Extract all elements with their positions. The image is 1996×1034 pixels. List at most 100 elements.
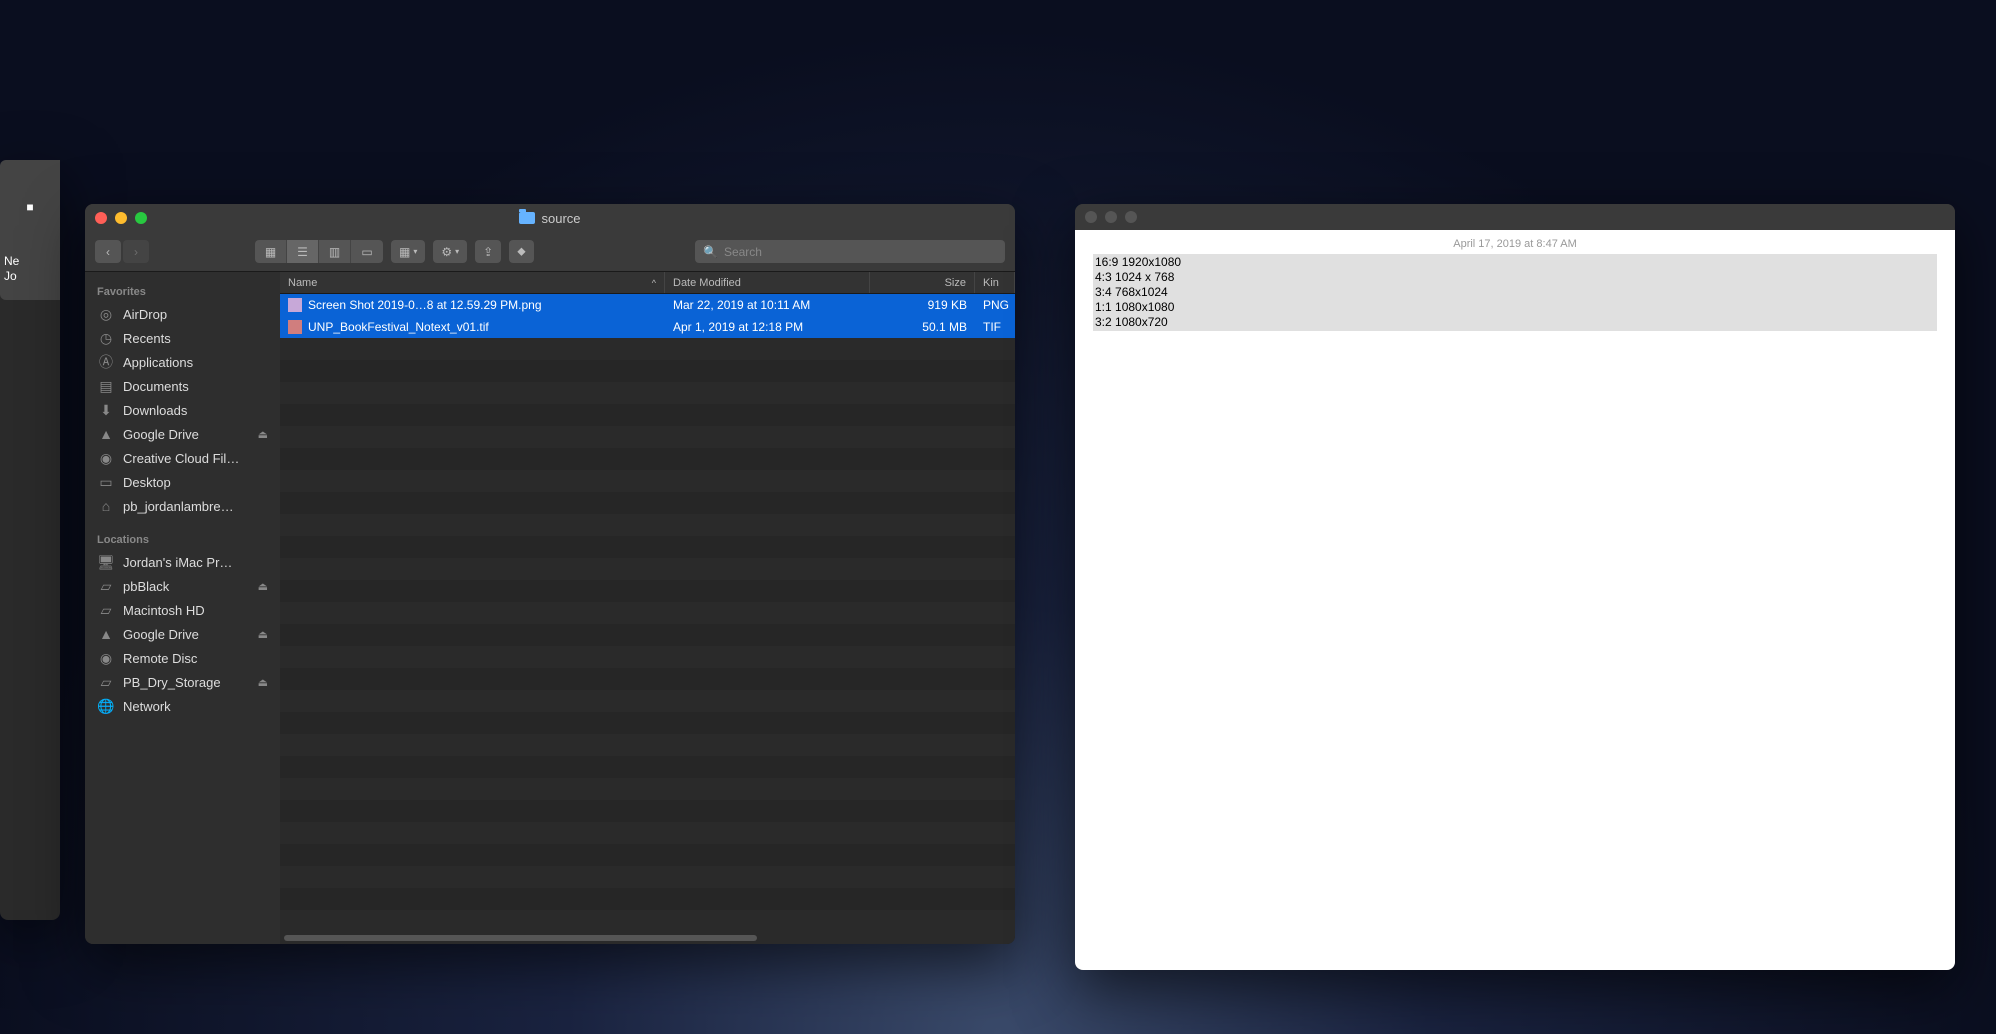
empty-row — [280, 514, 1015, 536]
favorite-item[interactable]: ▤Documents — [85, 374, 280, 398]
sidebar-item-label: pbBlack — [123, 579, 250, 594]
sidebar-item-label: Macintosh HD — [123, 603, 268, 618]
favorite-item[interactable]: ⌂pb_jordanlambre… — [85, 494, 280, 518]
share-button[interactable]: ⇪ — [475, 240, 501, 263]
file-row[interactable]: Screen Shot 2019-0…8 at 12.59.29 PM.png M… — [280, 294, 1015, 316]
location-item[interactable]: ▱ Macintosh HD — [85, 598, 280, 622]
gdrive-icon: ▲ — [97, 425, 115, 443]
sidebar-item-label: Remote Disc — [123, 651, 268, 666]
column-size[interactable]: Size — [870, 272, 975, 293]
action-button[interactable]: ⚙ ▾ — [433, 240, 467, 263]
clock-icon: ◷ — [97, 329, 115, 347]
notes-titlebar[interactable] — [1075, 204, 1955, 230]
empty-row — [280, 910, 1015, 932]
empty-row — [280, 492, 1015, 514]
close-button[interactable] — [1085, 211, 1097, 223]
column-kind[interactable]: Kin — [975, 272, 1015, 293]
favorite-item[interactable]: ◎ AirDrop — [85, 302, 280, 326]
location-item[interactable]: ▱ pbBlack ⏏ — [85, 574, 280, 598]
sidebar-item-label: pb_jordanlambre… — [123, 499, 268, 514]
minimize-button[interactable] — [1105, 211, 1117, 223]
empty-row — [280, 734, 1015, 756]
horizontal-scrollbar[interactable] — [280, 932, 1015, 944]
favorite-item[interactable]: ⬇Downloads — [85, 398, 280, 422]
file-row[interactable]: UNP_BookFestival_Notext_v01.tifApr 1, 20… — [280, 316, 1015, 338]
disk-icon: ▱ — [97, 673, 115, 691]
gallery-view-button[interactable]: ▭ — [351, 240, 383, 263]
column-view-button[interactable]: ▥ — [319, 240, 351, 263]
location-item[interactable]: 🌐Network — [85, 694, 280, 718]
airdrop-icon: ◎ — [97, 305, 115, 323]
sidebar-item-label: Applications — [123, 355, 268, 370]
partial-line2: Jo — [4, 269, 56, 283]
file-date-cell: Mar 22, 2019 at 10:11 AM — [665, 298, 870, 312]
finder-titlebar[interactable]: source — [85, 204, 1015, 232]
sidebar-item-label: PB_Dry_Storage — [123, 675, 250, 690]
empty-row — [280, 360, 1015, 382]
file-size-cell: 50.1 MB — [870, 320, 975, 334]
column-date[interactable]: Date Modified — [665, 272, 870, 293]
favorite-item[interactable]: ◷ Recents — [85, 326, 280, 350]
search-field[interactable]: 🔍 Search — [695, 240, 1005, 263]
file-rows: Screen Shot 2019-0…8 at 12.59.29 PM.png M… — [280, 294, 1015, 932]
location-item[interactable]: ◉ Remote Disc — [85, 646, 280, 670]
eject-icon[interactable]: ⏏ — [258, 628, 268, 641]
favorite-item[interactable]: ⒶApplications — [85, 350, 280, 374]
empty-row — [280, 668, 1015, 690]
file-name: UNP_BookFestival_Notext_v01.tif — [308, 320, 489, 334]
empty-row — [280, 712, 1015, 734]
favorite-item[interactable]: ▭Desktop — [85, 470, 280, 494]
file-name: Screen Shot 2019-0…8 at 12.59.29 PM.png — [308, 298, 542, 312]
location-item[interactable]: ▲Google Drive⏏ — [85, 622, 280, 646]
minimize-button[interactable] — [115, 212, 127, 224]
favorite-item[interactable]: ▲ Google Drive ⏏ — [85, 422, 280, 446]
zoom-button[interactable] — [135, 212, 147, 224]
note-text[interactable]: 16:9 1920x1080 4:3 1024 x 768 3:4 768x10… — [1093, 254, 1937, 331]
file-icon — [288, 298, 302, 312]
empty-row — [280, 690, 1015, 712]
finder-sidebar: Favorites ◎AirDrop◷RecentsⒶApplications▤… — [85, 272, 280, 944]
down-icon: ⬇ — [97, 401, 115, 419]
computer-icon: 🖥 — [97, 553, 115, 571]
partial-line1: Ne — [4, 254, 56, 268]
sidebar-item-label: AirDrop — [123, 307, 268, 322]
file-size-cell: 919 KB — [870, 298, 975, 312]
sidebar-item-label: Google Drive — [123, 427, 250, 442]
list-view-button[interactable]: ☰ — [287, 240, 319, 263]
tags-button[interactable]: ⬥ — [509, 240, 533, 263]
sidebar-item-label: Recents — [123, 331, 268, 346]
cc-icon: ◉ — [97, 449, 115, 467]
eject-icon[interactable]: ⏏ — [258, 580, 268, 593]
file-list-pane: Name ^ Date Modified Size Kin Screen Sho… — [280, 272, 1015, 944]
window-title: source — [85, 211, 1015, 226]
finder-toolbar: ‹ › ▦ ☰ ▥ ▭ ▦ ▾ ⚙ ▾ ⇪ ⬥ 🔍 Search — [85, 232, 1015, 272]
empty-row — [280, 756, 1015, 778]
location-item[interactable]: 🖥Jordan's iMac Pr… — [85, 550, 280, 574]
zoom-button[interactable] — [1125, 211, 1137, 223]
file-kind-cell: PNG — [975, 298, 1015, 312]
sidebar-item-label: Network — [123, 699, 268, 714]
empty-row — [280, 536, 1015, 558]
close-button[interactable] — [95, 212, 107, 224]
back-button[interactable]: ‹ — [95, 240, 121, 263]
disc-icon: ◉ — [97, 649, 115, 667]
eject-icon[interactable]: ⏏ — [258, 428, 268, 441]
disk-icon: ▱ — [97, 601, 115, 619]
sidebar-item-label: Desktop — [123, 475, 268, 490]
scroll-thumb[interactable] — [284, 935, 757, 941]
forward-button[interactable]: › — [123, 240, 149, 263]
eject-icon[interactable]: ⏏ — [258, 676, 268, 689]
empty-row — [280, 338, 1015, 360]
column-name[interactable]: Name ^ — [280, 272, 665, 293]
search-placeholder: Search — [724, 245, 762, 259]
favorite-item[interactable]: ◉Creative Cloud Fil… — [85, 446, 280, 470]
column-header-row: Name ^ Date Modified Size Kin — [280, 272, 1015, 294]
note-body[interactable]: April 17, 2019 at 8:47 AM 16:9 1920x1080… — [1075, 230, 1955, 970]
empty-row — [280, 404, 1015, 426]
empty-row — [280, 426, 1015, 448]
empty-row — [280, 778, 1015, 800]
disk-icon: ▱ — [97, 577, 115, 595]
location-item[interactable]: ▱ PB_Dry_Storage ⏏ — [85, 670, 280, 694]
arrange-button[interactable]: ▦ ▾ — [391, 240, 425, 263]
icon-view-button[interactable]: ▦ — [255, 240, 287, 263]
